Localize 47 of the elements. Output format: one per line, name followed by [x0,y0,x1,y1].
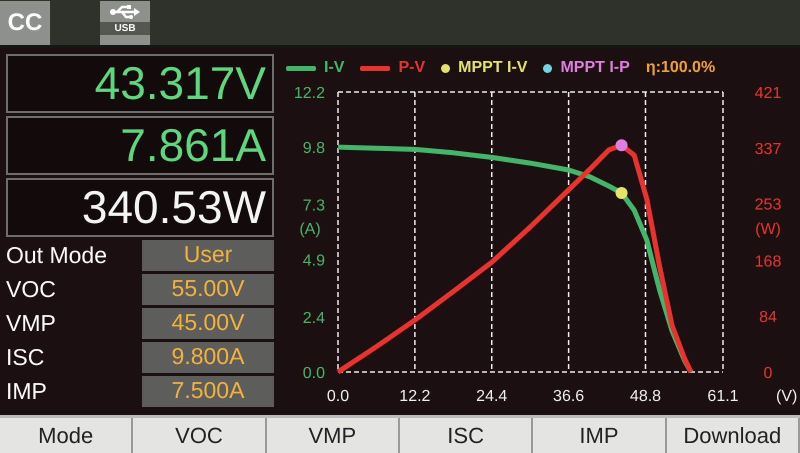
parameter-label: Out Mode [6,241,108,270]
y-tick-label: 84 [759,309,777,326]
parameter-value: 7.500A [142,376,274,407]
parameter-label: ISC [6,343,46,372]
y-tick-label: 2.4 [302,310,325,327]
y-tick-label: 337 [754,140,782,158]
y-tick-label: 253 [754,196,782,214]
softkey-button[interactable]: Download [666,418,800,453]
softkey-button[interactable]: VOC [133,418,267,453]
legend-label: MPPT I-P [560,58,630,78]
y-tick-label: 0 [764,365,772,382]
x-axis-label: (V) [776,388,798,405]
softkey-button[interactable]: Mode [0,418,134,453]
efficiency-label: η:100.0% [646,58,716,78]
y-tick-label: 168 [754,253,782,270]
y-tick-label: 0.0 [302,365,325,382]
usb-button[interactable]: USB [100,1,150,45]
legend-label: MPPT I-V [458,58,528,78]
parameter-label: VOC [6,275,57,304]
y-axis-label: (W) [755,221,781,238]
x-tick-label: 61.1 [707,388,739,405]
softkey-button[interactable]: IMP [533,418,667,453]
softkey-button[interactable]: VMP [266,418,400,453]
y-tick-label: 4.9 [302,252,325,270]
parameter-label: IMP [6,377,48,406]
legend-label: P-V [398,58,426,78]
parameter-value: 45.00V [142,308,274,339]
x-tick-label: 48.8 [630,388,662,405]
parameter-value: User [142,240,274,271]
softkey-button[interactable]: ISC [400,418,534,453]
y-axis-label: (A) [299,221,321,238]
parameter-value: 55.00V [142,274,274,305]
y-tick-label: 9.8 [302,140,325,158]
x-tick-label: 24.4 [476,388,508,405]
readout-value: 43.317V [6,54,274,113]
readout-value: 340.53W [6,178,274,237]
y-tick-label: 421 [754,85,782,102]
x-tick-label: 36.6 [553,388,584,405]
legend-label: I-V [324,58,344,78]
parameter-label: VMP [6,309,57,338]
x-tick-label: 12.2 [399,388,430,405]
usb-icon [110,4,140,20]
readout-value: 7.861A [6,116,274,175]
x-tick-label: 0.0 [326,388,350,405]
y-tick-label: 7.3 [302,197,325,214]
y-tick-label: 12.2 [294,85,325,102]
parameter-value: 9.800A [142,342,274,373]
